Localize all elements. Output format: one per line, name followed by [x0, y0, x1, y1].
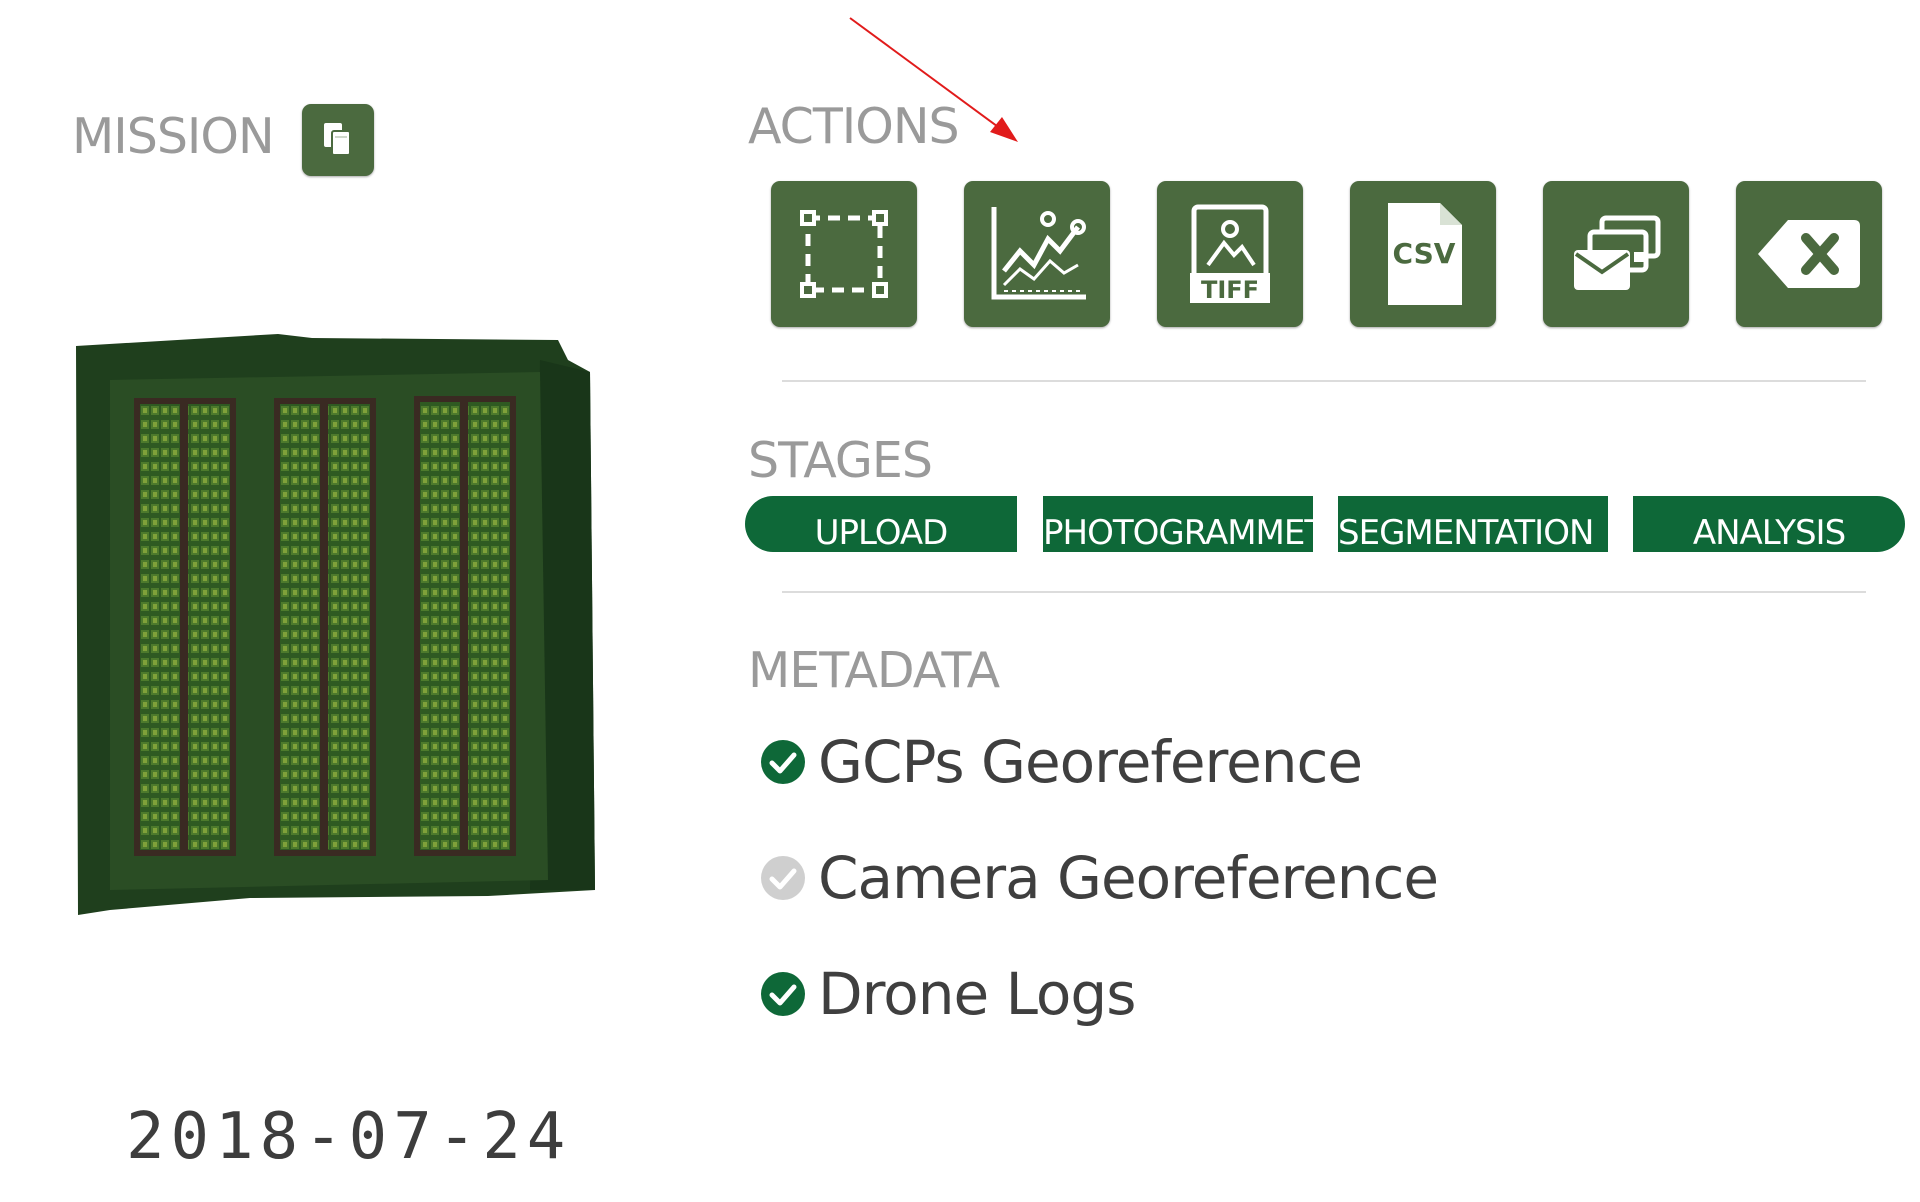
metadata-item-text: GCPs Georeference — [818, 728, 1363, 796]
mission-thumbnail[interactable] — [70, 320, 610, 920]
csv-file-icon: CSV — [1388, 203, 1462, 305]
tiff-image-icon: TIFF — [1190, 204, 1270, 304]
svg-text:CSV: CSV — [1393, 237, 1456, 270]
mission-date: 2018-07-24 — [126, 1100, 572, 1174]
divider-actions — [782, 380, 1866, 382]
check-circle-icon — [761, 972, 805, 1016]
select-region-button[interactable] — [771, 181, 917, 327]
delete-button[interactable] — [1736, 181, 1882, 327]
metadata-item-camera: Camera Georeference — [760, 844, 1439, 912]
metadata-label: METADATA — [748, 642, 1000, 699]
stage-segmentation-label: SEGMENTATION — [1338, 513, 1594, 552]
envelopes-share-icon — [1574, 215, 1661, 290]
actions-label: ACTIONS — [748, 98, 960, 155]
metadata-item-text: Drone Logs — [818, 960, 1136, 1028]
copy-icon — [324, 123, 351, 156]
share-button[interactable] — [1543, 181, 1689, 327]
check-circle-icon — [761, 740, 805, 784]
stage-analysis-label: ANALYSIS — [1692, 513, 1846, 552]
chart-analysis-icon — [991, 207, 1086, 300]
stage-analysis[interactable]: ANALYSIS — [1633, 496, 1905, 552]
stage-segmentation[interactable]: SEGMENTATION — [1338, 496, 1608, 552]
metadata-item-gcps: GCPs Georeference — [760, 728, 1363, 796]
stage-photogrammetry[interactable]: PHOTOGRAMMETRY — [1043, 496, 1313, 552]
metadata-item-drone-logs: Drone Logs — [760, 960, 1136, 1028]
export-tiff-button[interactable]: TIFF — [1157, 181, 1303, 327]
stage-photogrammetry-label: PHOTOGRAMMETRY — [1043, 513, 1313, 552]
select-region-icon — [800, 210, 888, 298]
delete-backspace-icon — [1758, 220, 1860, 288]
divider-stages — [782, 591, 1866, 593]
check-circle-icon — [761, 856, 805, 900]
mission-label: MISSION — [72, 108, 275, 165]
stages-label: STAGES — [748, 432, 933, 489]
export-csv-button[interactable]: CSV — [1350, 181, 1496, 327]
svg-text:TIFF: TIFF — [1201, 276, 1259, 304]
copy-mission-button[interactable] — [302, 104, 374, 176]
metadata-item-text: Camera Georeference — [818, 844, 1439, 912]
analysis-chart-button[interactable] — [964, 181, 1110, 327]
stage-upload-label: UPLOAD — [814, 513, 949, 552]
stage-upload[interactable]: UPLOAD — [745, 496, 1017, 552]
